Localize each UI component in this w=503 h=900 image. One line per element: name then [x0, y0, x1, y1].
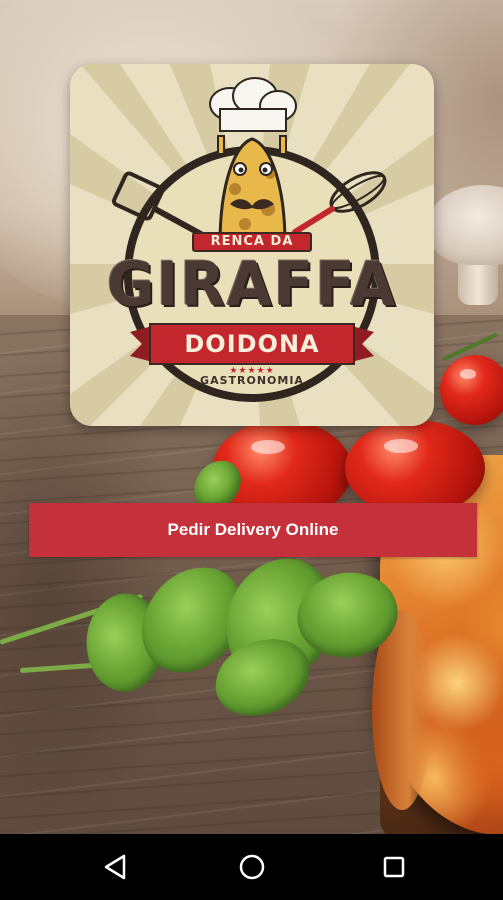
recent-apps-button[interactable] [374, 849, 414, 885]
home-circle-icon [239, 854, 265, 880]
recent-apps-square-icon [383, 856, 405, 878]
home-button[interactable] [232, 849, 272, 885]
back-triangle-icon [104, 854, 126, 880]
logo-tagline: GASTRONOMIA [200, 374, 304, 387]
order-delivery-button[interactable]: Pedir Delivery Online [29, 503, 477, 557]
logo-name: GIRAFFA [106, 248, 398, 320]
logo-subtitle: DOIDONA [184, 330, 320, 358]
tomato [440, 355, 503, 425]
navigation-bar [0, 834, 503, 900]
tomato [345, 420, 485, 516]
app-logo: RENCA DA GIRAFFA DOIDONA ★★★★★ GASTRONOM… [70, 64, 434, 426]
back-button[interactable] [95, 849, 135, 885]
